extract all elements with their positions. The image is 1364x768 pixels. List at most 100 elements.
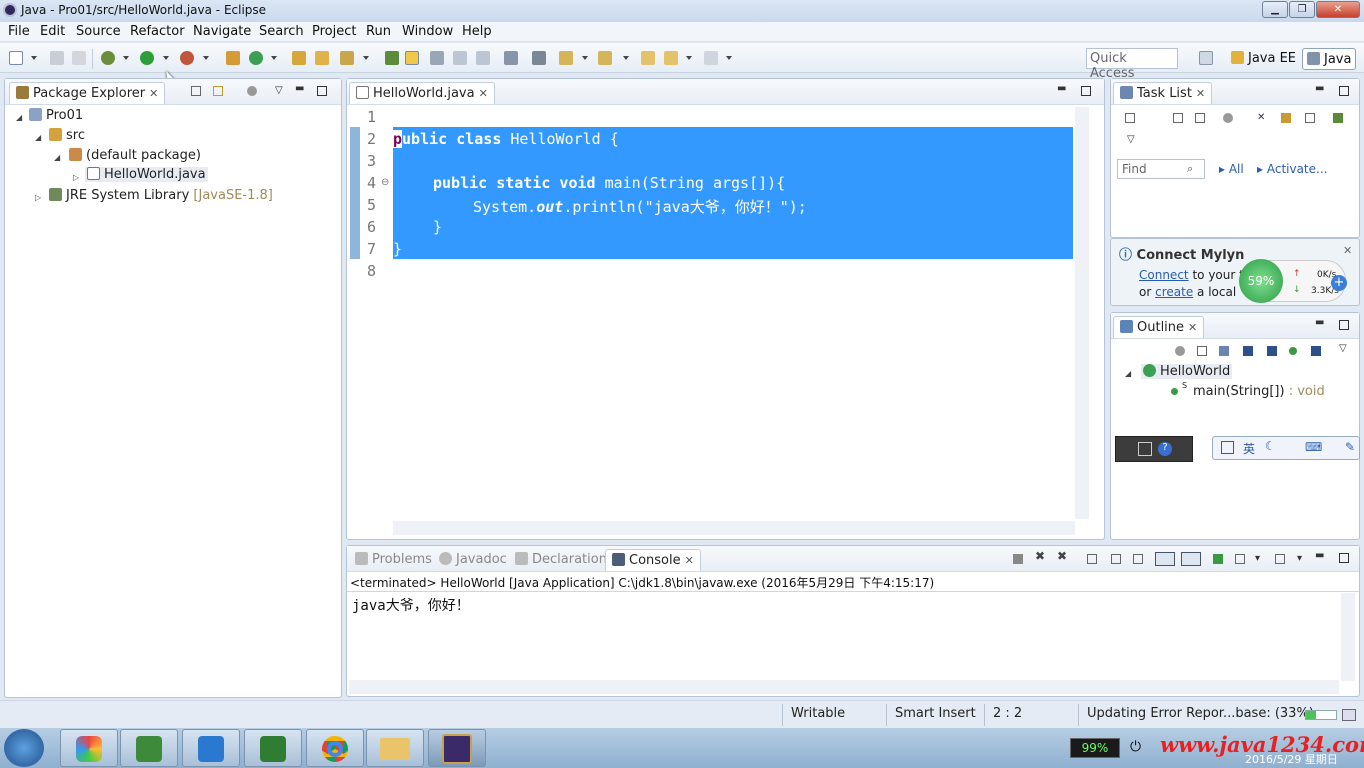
ime-toolbar-dark[interactable]: ? bbox=[1115, 436, 1193, 462]
close-icon[interactable]: ✕ bbox=[1188, 321, 1197, 334]
maximize-view-icon[interactable] bbox=[1081, 86, 1091, 96]
code-line-2[interactable]: public class HelloWorld { bbox=[393, 130, 619, 148]
minimize-view-icon[interactable]: ▬ bbox=[295, 84, 305, 94]
progress-bar[interactable] bbox=[1305, 710, 1337, 720]
code-line-4[interactable]: public static void main(String args[]){ bbox=[433, 174, 785, 192]
block-icon[interactable] bbox=[430, 51, 444, 65]
minimize-button[interactable]: ▁ bbox=[1262, 1, 1288, 18]
focus-icon[interactable] bbox=[1223, 113, 1233, 123]
focus-icon[interactable] bbox=[1175, 346, 1185, 356]
hide-static-icon[interactable] bbox=[1267, 346, 1277, 356]
open-folder-icon[interactable] bbox=[315, 51, 329, 65]
word-wrap-icon[interactable] bbox=[1133, 554, 1143, 564]
open-type-icon[interactable] bbox=[292, 51, 306, 65]
clock-date[interactable]: 2016/5/29 星期日 bbox=[1245, 751, 1338, 767]
tab-outline[interactable]: Outline ✕ bbox=[1113, 316, 1205, 338]
new-task-icon[interactable] bbox=[1125, 113, 1135, 123]
code-line-5[interactable]: System.out.println("java大爷，你好！"); bbox=[473, 196, 807, 217]
minimize-view-icon[interactable]: ▬ bbox=[1315, 318, 1325, 328]
scroll-lock-icon[interactable] bbox=[1111, 554, 1121, 564]
taskbar-camtasia-2[interactable] bbox=[244, 729, 302, 767]
run-icon[interactable] bbox=[140, 51, 154, 65]
focus-icon[interactable] bbox=[247, 86, 257, 96]
menu-project[interactable]: Project bbox=[312, 24, 356, 39]
search-tool-icon[interactable] bbox=[340, 51, 354, 65]
sync-icon[interactable] bbox=[1281, 113, 1291, 123]
tree-default-package[interactable]: (default package) bbox=[69, 148, 201, 163]
taskbar-app-1[interactable] bbox=[60, 729, 118, 767]
tab-console[interactable]: Console ✕ bbox=[605, 549, 701, 571]
new-dropdown-icon[interactable] bbox=[31, 56, 37, 60]
show-on-output-icon[interactable] bbox=[1155, 552, 1175, 566]
highlight-icon[interactable] bbox=[405, 51, 419, 65]
taskbar-chrome[interactable] bbox=[306, 729, 364, 767]
tree-project[interactable]: Pro01 bbox=[29, 108, 83, 123]
perspective-java-ee[interactable]: Java EE bbox=[1227, 48, 1300, 70]
collapse-all-icon[interactable] bbox=[1305, 113, 1315, 123]
pin-console-icon[interactable] bbox=[1213, 554, 1223, 564]
new-java-project-icon[interactable] bbox=[226, 51, 240, 65]
last-edit-icon[interactable] bbox=[641, 51, 655, 65]
scheduled-icon[interactable] bbox=[1195, 113, 1205, 123]
terminal-icon[interactable] bbox=[504, 51, 518, 65]
console-output[interactable]: java大爷，你好！ bbox=[352, 595, 470, 615]
next-annotation-icon[interactable] bbox=[559, 51, 573, 65]
progress-view-icon[interactable] bbox=[1342, 709, 1356, 721]
status-progress-text[interactable]: Updating Error Repor...base: (33%) bbox=[1087, 706, 1314, 721]
open-console-icon[interactable] bbox=[1275, 554, 1285, 564]
minimize-view-icon[interactable]: ▬ bbox=[1315, 84, 1325, 94]
power-plug-icon[interactable]: ⏻ bbox=[1130, 739, 1141, 755]
view-menu-icon[interactable]: ▽ bbox=[275, 86, 285, 96]
tab-javadoc[interactable]: Javadoc bbox=[433, 549, 513, 571]
menu-file[interactable]: File bbox=[8, 24, 30, 39]
activate-link[interactable]: ▸ Activate... bbox=[1257, 162, 1327, 176]
ime-toolbar[interactable]: 英 ☾ ⌨ ✎ bbox=[1212, 436, 1360, 460]
external-tools-icon[interactable] bbox=[180, 51, 194, 65]
plus-icon[interactable]: + bbox=[1331, 275, 1347, 291]
link-with-editor-icon[interactable] bbox=[213, 86, 223, 96]
taskbar-eclipse[interactable] bbox=[428, 729, 486, 767]
code-line-7[interactable]: } bbox=[393, 240, 402, 258]
sort-icon[interactable] bbox=[1219, 346, 1229, 356]
toggle-mark-icon[interactable] bbox=[385, 51, 399, 65]
paragraph-icon[interactable] bbox=[476, 51, 490, 65]
tab-declaration[interactable]: Declaration bbox=[509, 549, 613, 571]
perspective-java[interactable]: Java bbox=[1302, 48, 1357, 70]
remove-all-icon[interactable]: ✖ bbox=[1057, 550, 1067, 562]
taskbar-explorer[interactable] bbox=[366, 729, 424, 767]
pin-icon[interactable] bbox=[532, 51, 546, 65]
editor-horizontal-scrollbar[interactable] bbox=[393, 521, 1075, 535]
new-class-icon[interactable] bbox=[249, 51, 263, 65]
close-icon[interactable]: ✕ bbox=[479, 87, 488, 100]
outline-method[interactable]: main(String[]) : void bbox=[1193, 384, 1325, 399]
view-menu-icon[interactable]: ▽ bbox=[1127, 135, 1137, 145]
dropdown-icon[interactable]: ▾ bbox=[1255, 554, 1265, 564]
terminate-icon[interactable] bbox=[1013, 554, 1023, 564]
hide-local-types-icon[interactable] bbox=[1311, 346, 1321, 356]
menu-help[interactable]: Help bbox=[462, 24, 492, 39]
tree-src[interactable]: src bbox=[49, 128, 85, 143]
maximize-view-icon[interactable] bbox=[1339, 553, 1349, 563]
close-icon[interactable]: ✕ bbox=[149, 87, 158, 100]
close-icon[interactable]: ✕ bbox=[685, 554, 694, 567]
outline-class[interactable]: HelloWorld bbox=[1141, 364, 1233, 379]
menu-window[interactable]: Window bbox=[402, 24, 453, 39]
open-perspective-icon[interactable] bbox=[1199, 51, 1213, 65]
remove-launch-icon[interactable]: ✖ bbox=[1035, 550, 1045, 562]
close-icon[interactable]: ✕ bbox=[1343, 244, 1352, 257]
tab-package-explorer[interactable]: Package Explorer ✕ bbox=[9, 82, 166, 104]
tab-task-list[interactable]: Task List ✕ bbox=[1113, 82, 1213, 104]
dropdown-icon[interactable]: ▾ bbox=[1297, 554, 1307, 564]
menu-source[interactable]: Source bbox=[76, 24, 121, 39]
maximize-button[interactable]: ❐ bbox=[1289, 1, 1315, 18]
show-on-error-icon[interactable] bbox=[1181, 552, 1201, 566]
menu-navigate[interactable]: Navigate bbox=[193, 24, 251, 39]
clear-console-icon[interactable] bbox=[1087, 554, 1097, 564]
console-horizontal-scrollbar[interactable] bbox=[349, 680, 1339, 694]
fold-icon[interactable]: ⊖ bbox=[381, 177, 389, 188]
prev-annotation-icon[interactable] bbox=[598, 51, 612, 65]
show-whitespace-icon[interactable] bbox=[453, 51, 467, 65]
editor-vertical-scrollbar[interactable] bbox=[1075, 107, 1089, 519]
taskbar-wps[interactable] bbox=[182, 729, 240, 767]
maximize-view-icon[interactable] bbox=[317, 86, 327, 96]
